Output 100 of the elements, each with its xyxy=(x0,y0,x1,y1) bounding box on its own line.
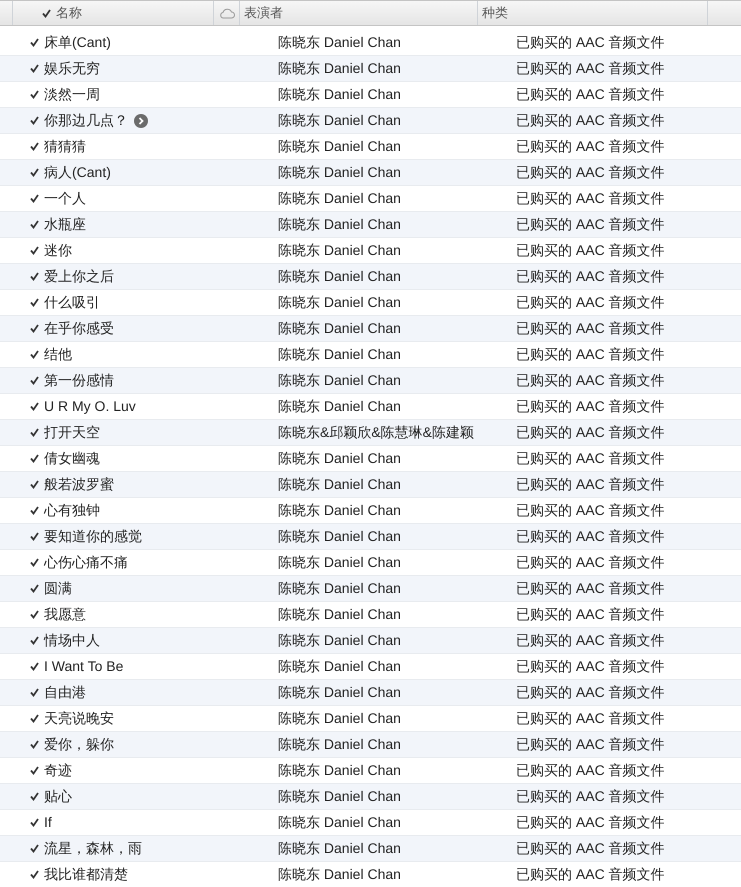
track-row[interactable]: 爱你，躲你 陈晓东 Daniel Chan 已购买的 AAC 音频文件 xyxy=(0,732,741,758)
checkbox[interactable] xyxy=(29,817,40,828)
column-header[interactable]: 名称 xyxy=(55,3,82,23)
checkbox[interactable] xyxy=(29,609,40,620)
kind-text: 已购买的 AAC 音频文件 xyxy=(516,606,665,622)
track-row[interactable]: 爱上你之后 陈晓东 Daniel Chan 已购买的 AAC 音频文件 xyxy=(0,264,741,290)
checkbox[interactable] xyxy=(29,297,40,308)
artist-text: 陈晓东 Daniel Chan xyxy=(278,372,401,388)
track-title: 结他 xyxy=(44,345,72,364)
checkbox[interactable] xyxy=(29,479,40,490)
track-row[interactable]: 你那边几点？ 陈晓东 Daniel Chan 已购买的 AAC 音频文件 xyxy=(0,108,741,134)
track-title: 爱你，躲你 xyxy=(44,735,114,754)
checkbox[interactable] xyxy=(29,739,40,750)
kind-text: 已购买的 AAC 音频文件 xyxy=(516,320,665,336)
checkbox[interactable] xyxy=(29,323,40,334)
kind-text: 已购买的 AAC 音频文件 xyxy=(516,840,665,856)
track-title: 什么吸引 xyxy=(44,293,100,312)
kind-text: 已购买的 AAC 音频文件 xyxy=(516,86,665,102)
artist-text: 陈晓东 Daniel Chan xyxy=(278,736,401,752)
track-row[interactable]: 打开天空 陈晓东&邱颖欣&陈慧琳&陈建颖 已购买的 AAC 音频文件 xyxy=(0,420,741,446)
checkbox[interactable] xyxy=(29,843,40,854)
artist-text: 陈晓东 Daniel Chan xyxy=(278,190,401,206)
artist-text: 陈晓东 Daniel Chan xyxy=(278,242,401,258)
artist-text: 陈晓东 Daniel Chan xyxy=(278,762,401,778)
track-title: 打开天空 xyxy=(44,423,100,442)
artist-text: 陈晓东&邱颖欣&陈慧琳&陈建颖 xyxy=(278,424,474,440)
checkbox[interactable] xyxy=(29,141,40,152)
artist-text: 陈晓东 Daniel Chan xyxy=(278,814,401,830)
checkbox[interactable] xyxy=(29,713,40,724)
kind-text: 已购买的 AAC 音频文件 xyxy=(516,346,665,362)
kind-text: 已购买的 AAC 音频文件 xyxy=(516,710,665,726)
arrow-circle-icon[interactable] xyxy=(134,114,148,128)
checkbox[interactable] xyxy=(29,453,40,464)
track-row[interactable]: 般若波罗蜜 陈晓东 Daniel Chan 已购买的 AAC 音频文件 xyxy=(0,472,741,498)
checkbox[interactable] xyxy=(29,63,40,74)
track-title: 天亮说晚安 xyxy=(44,709,114,728)
track-row[interactable]: 要知道你的感觉 陈晓东 Daniel Chan 已购买的 AAC 音频文件 xyxy=(0,524,741,550)
checkbox[interactable] xyxy=(29,557,40,568)
kind-text: 已购买的 AAC 音频文件 xyxy=(516,658,665,674)
checkbox[interactable] xyxy=(29,89,40,100)
checkbox[interactable] xyxy=(29,271,40,282)
track-title: 水瓶座 xyxy=(44,215,86,234)
checkbox[interactable] xyxy=(29,115,40,126)
checkbox[interactable] xyxy=(29,687,40,698)
checkbox[interactable] xyxy=(29,37,40,48)
checkbox[interactable] xyxy=(29,635,40,646)
checkbox[interactable] xyxy=(29,245,40,256)
kind-text: 已购买的 AAC 音频文件 xyxy=(516,216,665,232)
checkbox[interactable] xyxy=(29,427,40,438)
checkbox[interactable] xyxy=(29,167,40,178)
track-title: If xyxy=(44,813,52,832)
artist-text: 陈晓东 Daniel Chan xyxy=(278,554,401,570)
track-title: 心伤心痛不痛 xyxy=(44,553,128,572)
artist-text: 陈晓东 Daniel Chan xyxy=(278,502,401,518)
track-row[interactable]: 情场中人 陈晓东 Daniel Chan 已购买的 AAC 音频文件 xyxy=(0,628,741,654)
checkbox[interactable] xyxy=(29,505,40,516)
track-row[interactable]: 水瓶座 陈晓东 Daniel Chan 已购买的 AAC 音频文件 xyxy=(0,212,741,238)
track-row[interactable]: 自由港 陈晓东 Daniel Chan 已购买的 AAC 音频文件 xyxy=(0,680,741,706)
checkbox[interactable] xyxy=(29,661,40,672)
artist-text: 陈晓东 Daniel Chan xyxy=(278,398,401,414)
track-row[interactable]: 流星，森林，雨 陈晓东 Daniel Chan 已购买的 AAC 音频文件 xyxy=(0,836,741,862)
checkbox[interactable] xyxy=(29,219,40,230)
artist-text: 陈晓东 Daniel Chan xyxy=(278,710,401,726)
kind-text: 已购买的 AAC 音频文件 xyxy=(516,762,665,778)
checkbox[interactable] xyxy=(29,401,40,412)
checkbox[interactable] xyxy=(41,8,52,18)
kind-text: 已购买的 AAC 音频文件 xyxy=(516,528,665,544)
track-title: 流星，森林，雨 xyxy=(44,839,142,858)
artist-text: 陈晓东 Daniel Chan xyxy=(278,450,401,466)
track-row[interactable]: 在乎你感受 陈晓东 Daniel Chan 已购买的 AAC 音频文件 xyxy=(0,316,741,342)
kind-text: 已购买的 AAC 音频文件 xyxy=(516,294,665,310)
artist-text: 陈晓东 Daniel Chan xyxy=(278,138,401,154)
checkbox[interactable] xyxy=(29,349,40,360)
column-header[interactable]: 种类 xyxy=(482,3,508,23)
checkbox[interactable] xyxy=(29,531,40,542)
artist-text: 陈晓东 Daniel Chan xyxy=(278,34,401,50)
checkbox[interactable] xyxy=(29,869,40,880)
track-title: 我比谁都清楚 xyxy=(44,865,128,884)
track-row[interactable]: 第一份感情 陈晓东 Daniel Chan 已购买的 AAC 音频文件 xyxy=(0,368,741,394)
artist-text: 陈晓东 Daniel Chan xyxy=(278,866,401,882)
checkbox[interactable] xyxy=(29,765,40,776)
track-row[interactable]: 贴心 陈晓东 Daniel Chan 已购买的 AAC 音频文件 xyxy=(0,784,741,810)
track-row[interactable]: 病人(Cant) 陈晓东 Daniel Chan 已购买的 AAC 音频文件 xyxy=(0,160,741,186)
column-header[interactable]: 表演者 xyxy=(244,3,283,23)
track-title: 娱乐无穷 xyxy=(44,59,100,78)
track-title: 爱上你之后 xyxy=(44,267,114,286)
checkbox[interactable] xyxy=(29,193,40,204)
artist-text: 陈晓东 Daniel Chan xyxy=(278,580,401,596)
kind-text: 已购买的 AAC 音频文件 xyxy=(516,138,665,154)
checkbox[interactable] xyxy=(29,791,40,802)
checkbox[interactable] xyxy=(29,583,40,594)
track-title: 在乎你感受 xyxy=(44,319,114,338)
artist-text: 陈晓东 Daniel Chan xyxy=(278,476,401,492)
artist-text: 陈晓东 Daniel Chan xyxy=(278,632,401,648)
track-title: 你那边几点？ xyxy=(44,111,128,130)
track-row[interactable]: 娱乐无穷 陈晓东 Daniel Chan 已购买的 AAC 音频文件 xyxy=(0,56,741,82)
checkbox[interactable] xyxy=(29,375,40,386)
artist-text: 陈晓东 Daniel Chan xyxy=(278,320,401,336)
kind-text: 已购买的 AAC 音频文件 xyxy=(516,502,665,518)
track-row[interactable]: 圆满 陈晓东 Daniel Chan 已购买的 AAC 音频文件 xyxy=(0,576,741,602)
